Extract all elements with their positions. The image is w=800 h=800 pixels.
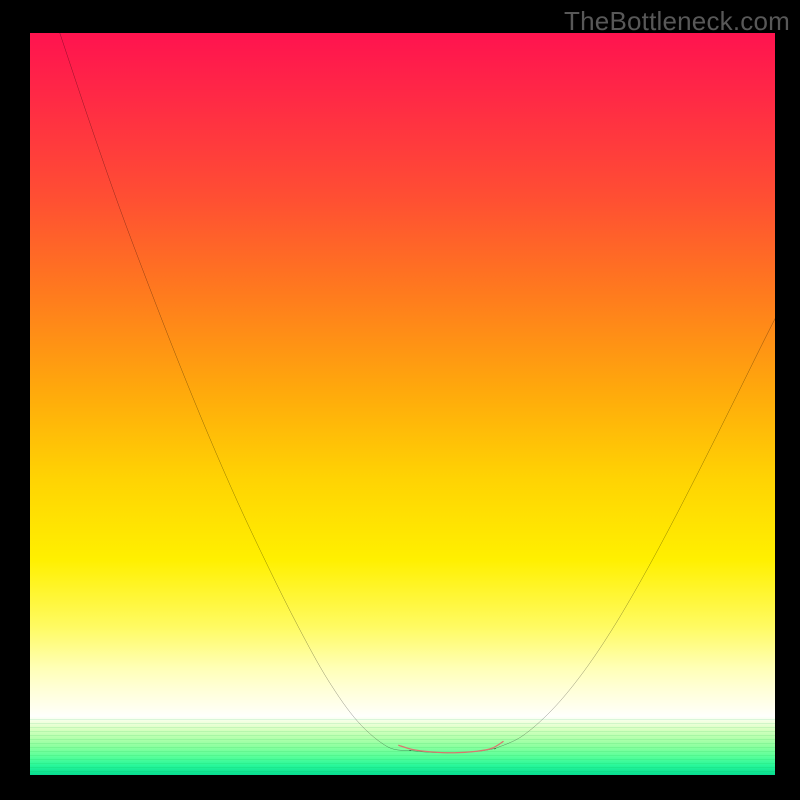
plot-area bbox=[30, 33, 775, 775]
curve-layer bbox=[30, 33, 775, 775]
watermark-text: TheBottleneck.com bbox=[564, 6, 790, 37]
main-curve bbox=[60, 33, 775, 753]
curve-group bbox=[60, 33, 775, 753]
chart-frame: TheBottleneck.com bbox=[0, 0, 800, 800]
